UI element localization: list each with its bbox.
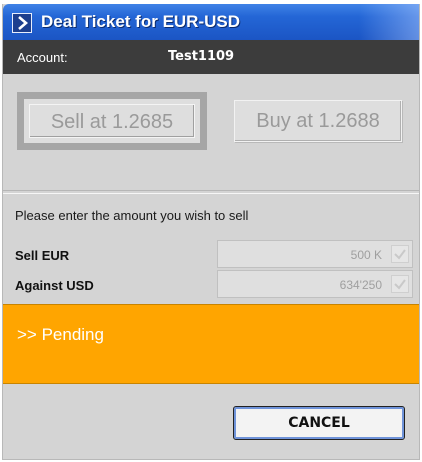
against-currency-label: Against USD bbox=[15, 278, 94, 293]
title-bar: Deal Ticket for EUR-USD bbox=[3, 4, 419, 40]
account-bar: Account: Test1109 bbox=[3, 40, 419, 74]
sell-amount-field[interactable]: 500 K bbox=[217, 240, 413, 268]
buy-button[interactable]: Buy at 1.2688 bbox=[234, 100, 402, 142]
status-banner: >> Pending bbox=[3, 304, 419, 384]
against-amount-dropdown-icon[interactable] bbox=[391, 275, 409, 293]
amount-form: Please enter the amount you wish to sell… bbox=[3, 194, 419, 304]
app-icon bbox=[12, 13, 32, 33]
sell-button[interactable]: Sell at 1.2685 bbox=[17, 92, 207, 150]
deal-ticket-window: Deal Ticket for EUR-USD Account: Test110… bbox=[2, 4, 420, 460]
rates-panel: Sell at 1.2685 Buy at 1.2688 bbox=[3, 74, 419, 190]
sell-amount-value: 500 K bbox=[350, 248, 382, 262]
footer: CANCEL bbox=[3, 384, 419, 459]
account-label: Account: bbox=[17, 50, 68, 65]
against-amount-value: 634'250 bbox=[339, 278, 382, 292]
account-value: Test1109 bbox=[168, 49, 235, 64]
sell-button-label: Sell at 1.2685 bbox=[29, 104, 195, 138]
against-amount-field[interactable]: 634'250 bbox=[217, 270, 413, 298]
status-text: >> Pending bbox=[17, 325, 104, 344]
sell-currency-label: Sell EUR bbox=[15, 248, 70, 263]
sell-amount-dropdown-icon[interactable] bbox=[391, 245, 409, 263]
amount-prompt: Please enter the amount you wish to sell bbox=[15, 208, 249, 223]
title-bar-decoration bbox=[359, 4, 419, 40]
cancel-button[interactable]: CANCEL bbox=[233, 406, 405, 440]
window-title: Deal Ticket for EUR-USD bbox=[41, 12, 241, 31]
